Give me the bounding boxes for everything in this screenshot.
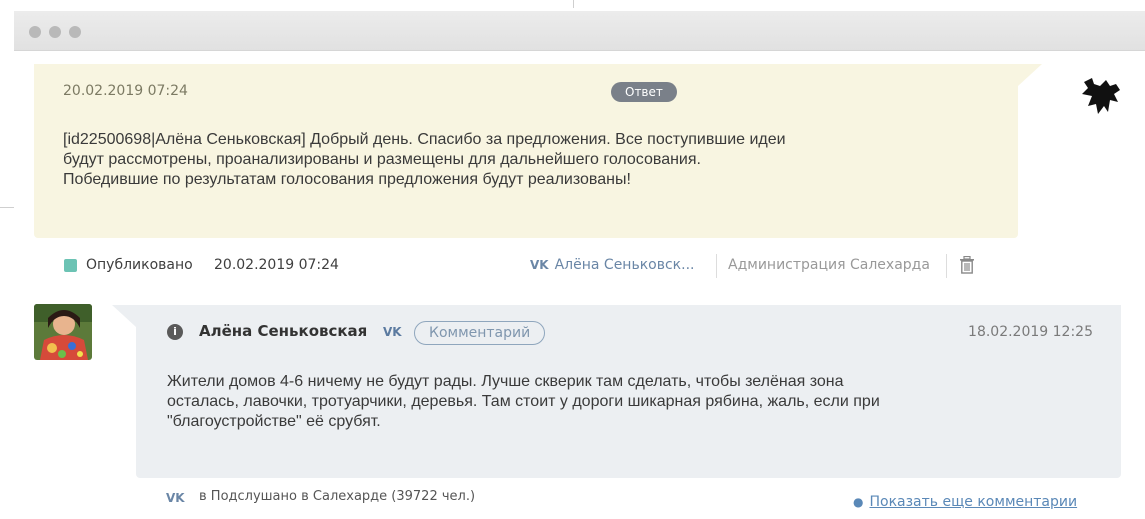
published-status-icon — [64, 259, 77, 272]
reply-text: [id22500698|Алёна Сеньковская] Добрый де… — [63, 130, 993, 190]
city-emblem-icon — [1082, 78, 1120, 114]
divider-line — [0, 207, 14, 208]
vk-icon: VK — [166, 491, 185, 505]
window-close-button[interactable] — [29, 26, 41, 38]
comment-badge: Комментарий — [414, 321, 546, 345]
reply-badge: Ответ — [611, 82, 677, 102]
reply-bubble-tail — [1018, 64, 1042, 86]
vk-icon[interactable]: VK — [383, 325, 402, 339]
comment-source-link[interactable]: в Подслушано в Салехарде (39722 чел.) — [199, 489, 475, 504]
status-date: 20.02.2019 07:24 — [214, 257, 339, 273]
show-more-comments-link[interactable]: ● Показать еще комментарии — [853, 494, 1077, 510]
window-minimize-button[interactable] — [49, 26, 61, 38]
comment-bubble-tail — [112, 305, 136, 327]
status-label: Опубликовано — [86, 257, 193, 273]
window-controls — [29, 26, 81, 38]
vk-author-name: Алёна Сеньковск... — [554, 257, 695, 273]
comment-author[interactable]: Алёна Сеньковская — [199, 322, 367, 340]
admin-account-link[interactable]: Администрация Салехарда — [728, 257, 930, 273]
window-maximize-button[interactable] — [69, 26, 81, 38]
comment-text-line: Жители домов 4-6 ничему не будут рады. Л… — [167, 373, 844, 390]
divider — [716, 254, 717, 278]
comment-bubble: i Алёна Сеньковская VK Комментарий 18.02… — [136, 305, 1121, 478]
reply-text-line: Победившие по результатам голосования пр… — [63, 171, 631, 188]
comment-date: 18.02.2019 12:25 — [968, 324, 1093, 340]
divider — [946, 254, 947, 278]
comment-text-line: "благоустройстве" её срубят. — [167, 413, 381, 430]
avatar[interactable] — [34, 304, 92, 360]
avatar-image — [34, 304, 92, 360]
show-more-label: Показать еще комментарии — [869, 494, 1078, 510]
trash-icon[interactable] — [959, 256, 975, 274]
window-titlebar — [14, 11, 1145, 51]
divider-line — [573, 0, 574, 8]
comment-text: Жители домов 4-6 ничему не будут рады. Л… — [167, 372, 1047, 432]
reply-text-line: [id22500698|Алёна Сеньковская] Добрый де… — [63, 131, 786, 148]
chat-bubbles-icon: ● — [853, 495, 864, 509]
vk-icon: VK — [530, 258, 549, 272]
info-icon[interactable]: i — [167, 324, 183, 340]
reply-date: 20.02.2019 07:24 — [63, 83, 188, 99]
reply-text-line: будут рассмотрены, проанализированы и ра… — [63, 151, 701, 168]
vk-author-link[interactable]: VK Алёна Сеньковск... — [530, 257, 694, 273]
reply-bubble: 20.02.2019 07:24 Ответ [id22500698|Алёна… — [34, 64, 1018, 238]
comment-text-line: осталась, лавочки, тротуарчики, деревья.… — [167, 393, 880, 410]
publication-status-row: Опубликовано 20.02.2019 07:24 VK Алёна Се… — [64, 254, 994, 278]
